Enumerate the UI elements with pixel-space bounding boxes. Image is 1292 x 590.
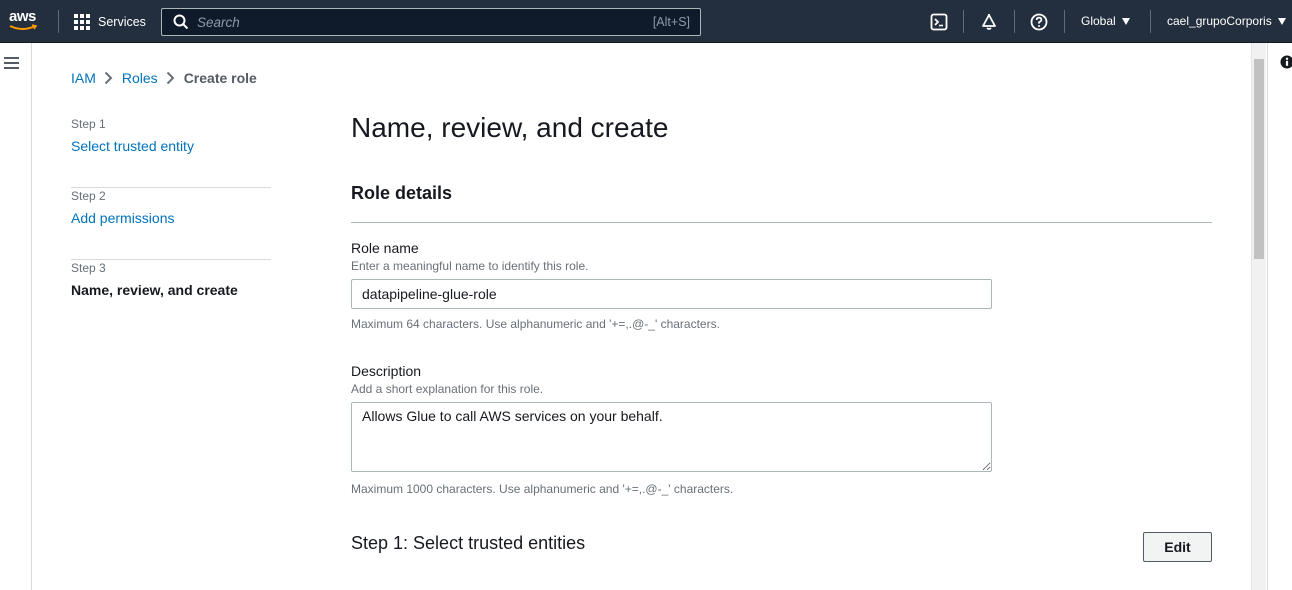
description-constraint: Maximum 1000 characters. Use alphanumeri…	[351, 482, 734, 496]
main-content: Name, review, and create Role details Ro…	[351, 110, 1212, 496]
section-title-step1: Step 1: Select trusted entities	[351, 533, 586, 553]
page-scrollbar[interactable]	[1251, 43, 1266, 590]
role-name-input[interactable]	[351, 279, 992, 309]
role-name-label: Role name	[351, 240, 419, 256]
terminal-icon	[930, 13, 948, 31]
hamburger-icon[interactable]	[4, 57, 19, 69]
chevron-down-icon	[1277, 17, 1286, 25]
step-number: Step 2	[71, 189, 106, 203]
account-label: cael_grupoCorporis	[1167, 14, 1272, 28]
wizard-step-1: Step 1 Select trusted entity	[71, 116, 271, 188]
aws-logo-text: aws	[9, 8, 36, 25]
aws-smile-icon	[9, 24, 38, 30]
edit-step1-button[interactable]: Edit	[1143, 532, 1212, 562]
role-name-description: Enter a meaningful name to identify this…	[351, 259, 589, 273]
cloudshell-button[interactable]	[929, 12, 949, 32]
help-button[interactable]	[1029, 12, 1049, 32]
description-textarea[interactable]: Allows Glue to call AWS services on your…	[351, 402, 992, 472]
search-shortcut-hint: [Alt+S]	[652, 15, 690, 29]
top-navigation: aws Services [Alt+S]	[0, 0, 1292, 43]
nav-divider	[1064, 10, 1065, 33]
tools-panel-collapsed	[1267, 43, 1292, 590]
wizard-step-3: Step 3 Name, review, and create	[71, 260, 271, 332]
region-label: Global	[1081, 14, 1116, 28]
side-navigation-collapsed	[0, 43, 32, 590]
description-hint: Add a short explanation for this role.	[351, 382, 544, 396]
breadcrumb-current: Create role	[183, 70, 257, 86]
page-title: Name, review, and create	[351, 112, 669, 143]
chevron-right-icon	[158, 70, 184, 86]
nav-divider	[1014, 10, 1015, 33]
step-number: Step 1	[71, 117, 106, 131]
wizard-steps: Step 1 Select trusted entity Step 2 Add …	[71, 116, 271, 332]
breadcrumb: IAM Roles Create role	[71, 70, 257, 86]
search-input[interactable]	[197, 14, 637, 30]
nav-divider	[58, 10, 59, 33]
description-field: Description Add a short explanation for …	[351, 363, 1212, 496]
breadcrumb-link-roles[interactable]: Roles	[122, 70, 158, 86]
region-selector[interactable]: Global	[1081, 14, 1130, 28]
nav-divider	[963, 10, 964, 33]
services-menu-button[interactable]: Services	[74, 13, 146, 31]
bell-icon	[982, 14, 996, 30]
wizard-step-2: Step 2 Add permissions	[71, 188, 271, 260]
breadcrumb-link-iam[interactable]: IAM	[71, 70, 96, 86]
step-link-add-permissions[interactable]: Add permissions	[71, 208, 271, 228]
section-title-role-details: Role details	[351, 183, 453, 203]
services-label: Services	[98, 15, 146, 29]
info-icon[interactable]	[1280, 55, 1292, 69]
aws-logo[interactable]: aws	[9, 9, 41, 33]
search-bar[interactable]: [Alt+S]	[161, 8, 701, 36]
step-link-select-trusted-entity[interactable]: Select trusted entity	[71, 136, 271, 156]
step1-trusted-entities-section: Step 1: Select trusted entities Edit	[351, 528, 1212, 564]
account-menu[interactable]: cael_grupoCorporis	[1167, 14, 1286, 28]
notifications-button[interactable]	[979, 12, 999, 32]
search-icon	[173, 14, 189, 30]
section-divider	[351, 222, 1212, 223]
help-icon	[1030, 13, 1048, 31]
chevron-right-icon	[96, 70, 122, 86]
nav-divider	[1150, 10, 1151, 33]
role-name-constraint: Maximum 64 characters. Use alphanumeric …	[351, 317, 720, 331]
chevron-down-icon	[1121, 17, 1130, 25]
role-name-field: Role name Enter a meaningful name to ide…	[351, 240, 1212, 331]
step-number: Step 3	[71, 261, 106, 275]
grid-icon	[74, 14, 90, 30]
scrollbar-thumb[interactable]	[1254, 59, 1264, 259]
step-current-name-review-create: Name, review, and create	[71, 282, 238, 298]
description-label: Description	[351, 363, 422, 379]
